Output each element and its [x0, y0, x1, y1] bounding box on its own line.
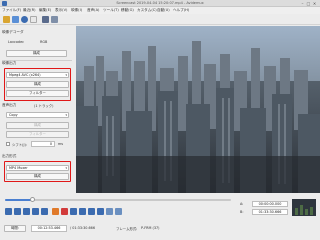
marker-b-label: B: [240, 210, 244, 214]
rewind-icon[interactable] [14, 208, 21, 215]
video-filter-button[interactable]: フィルター [6, 90, 69, 97]
menu-audio[interactable]: 音声(A) [87, 8, 99, 13]
status-bar: 時間: 00:12:53.466 / 01:33:30.666 フレーム形式: … [0, 221, 320, 240]
shift-unit: ms [58, 142, 64, 146]
minimize-icon[interactable]: – [300, 1, 305, 6]
menu-view[interactable]: 表示(V) [55, 8, 67, 13]
menu-bar: ファイル(F) 最近(R) 編集(E) 表示(V) 映像(I) 音声(A) ツー… [0, 7, 320, 14]
prev-black-icon[interactable] [70, 208, 77, 215]
goto-b-icon[interactable] [115, 208, 122, 215]
video-config-button[interactable]: 構成 [6, 81, 69, 88]
muxer-value: MP4 Muxer [9, 166, 28, 170]
muxer-config-button[interactable]: 構成 [6, 173, 69, 180]
video-preview [76, 26, 320, 193]
chevron-down-icon: ▾ [65, 166, 67, 170]
menu-custom[interactable]: カスタム(C) [137, 8, 157, 13]
next-black-icon[interactable] [79, 208, 86, 215]
audio-config-button[interactable]: 構成 [6, 122, 69, 129]
chevron-down-icon: ▾ [65, 73, 67, 77]
menu-file[interactable]: ファイル(F) [2, 8, 21, 13]
marker-b-time[interactable]: 01:33:30.666 [252, 209, 288, 215]
shift-checkbox[interactable] [6, 142, 10, 146]
play-icon[interactable] [5, 208, 12, 215]
menu-help[interactable]: ヘルプ(H) [173, 8, 189, 13]
current-time-field[interactable]: 00:12:53.466 [31, 225, 67, 232]
frame-type-label: フレーム形式: [116, 227, 138, 231]
decoder-title: 映像デコーダ [2, 30, 24, 34]
goto-a-icon[interactable] [106, 208, 113, 215]
timeline-handle[interactable] [29, 197, 35, 202]
timeline-slider[interactable] [5, 199, 231, 201]
menu-go[interactable]: 移動(G) [121, 8, 134, 13]
audio-filter-button[interactable]: フィルター [6, 131, 69, 138]
lavcodec-label: Lavcodec [8, 40, 25, 44]
last-frame-icon[interactable] [97, 208, 104, 215]
total-time: / 01:33:30.666 [70, 226, 95, 230]
muxer-select[interactable]: MP4 Muxer ▾ [6, 165, 69, 171]
timeline-progress-fill [5, 199, 33, 201]
time-button[interactable]: 時間: [4, 225, 26, 232]
menu-edit[interactable]: 編集(E) [39, 8, 51, 13]
app-window: Screencast 2019-04-04 15:20:07.mp4 - Avi… [0, 0, 320, 240]
video-codec-select[interactable]: Mpeg4 AVC (x264) ▾ [6, 72, 69, 78]
script-icon[interactable] [51, 16, 58, 23]
window-title: Screencast 2019-04-04 15:20:07.mp4 - Avi… [116, 1, 204, 5]
maximize-icon[interactable]: □ [306, 1, 311, 6]
prev-keyframe-icon[interactable] [32, 208, 39, 215]
decoder-config-button[interactable]: 構成 [6, 50, 67, 57]
audio-tracks-label: (1 トラック) [34, 104, 54, 108]
marker-a-label: A: [240, 202, 244, 206]
audio-output-title: 音声出力 [2, 103, 17, 107]
video-codec-value: Mpeg4 AVC (x264) [9, 73, 41, 77]
info-icon[interactable] [21, 16, 28, 23]
audio-meter [292, 199, 316, 216]
rgb-label: RGB [40, 40, 48, 44]
shift-label: シフト(J): [12, 143, 27, 147]
set-marker-b-icon[interactable] [61, 208, 68, 215]
menu-video[interactable]: 映像(I) [71, 8, 82, 13]
frame-type-value: P-FRM (37) [141, 226, 160, 230]
city-frame-image [76, 26, 320, 193]
close-icon[interactable]: ✕ [312, 1, 317, 6]
save-icon[interactable] [12, 16, 19, 23]
audio-meter-graphic [292, 199, 316, 216]
chevron-down-icon: ▾ [65, 113, 67, 117]
shift-input[interactable]: 0 [31, 141, 55, 147]
first-frame-icon[interactable] [88, 208, 95, 215]
video-output-title: 映像出力 [2, 61, 17, 65]
toolbar [0, 14, 320, 25]
marker-a-time[interactable]: 00:00:00.000 [252, 201, 288, 207]
audio-codec-value: Copy [9, 113, 18, 117]
properties-icon[interactable] [30, 16, 37, 23]
format-title: 出力形式 [2, 154, 17, 158]
audio-codec-select[interactable]: Copy ▾ [6, 112, 69, 118]
next-keyframe-icon[interactable] [41, 208, 48, 215]
forward-icon[interactable] [23, 208, 30, 215]
menu-auto[interactable]: 自動(U) [157, 8, 170, 13]
calculator-icon[interactable] [42, 16, 49, 23]
menu-recent[interactable]: 最近(R) [23, 8, 36, 13]
open-folder-icon[interactable] [3, 16, 10, 23]
title-bar: Screencast 2019-04-04 15:20:07.mp4 - Avi… [0, 0, 320, 7]
menu-tools[interactable]: ツール(T) [103, 8, 119, 13]
set-marker-a-icon[interactable] [52, 208, 59, 215]
